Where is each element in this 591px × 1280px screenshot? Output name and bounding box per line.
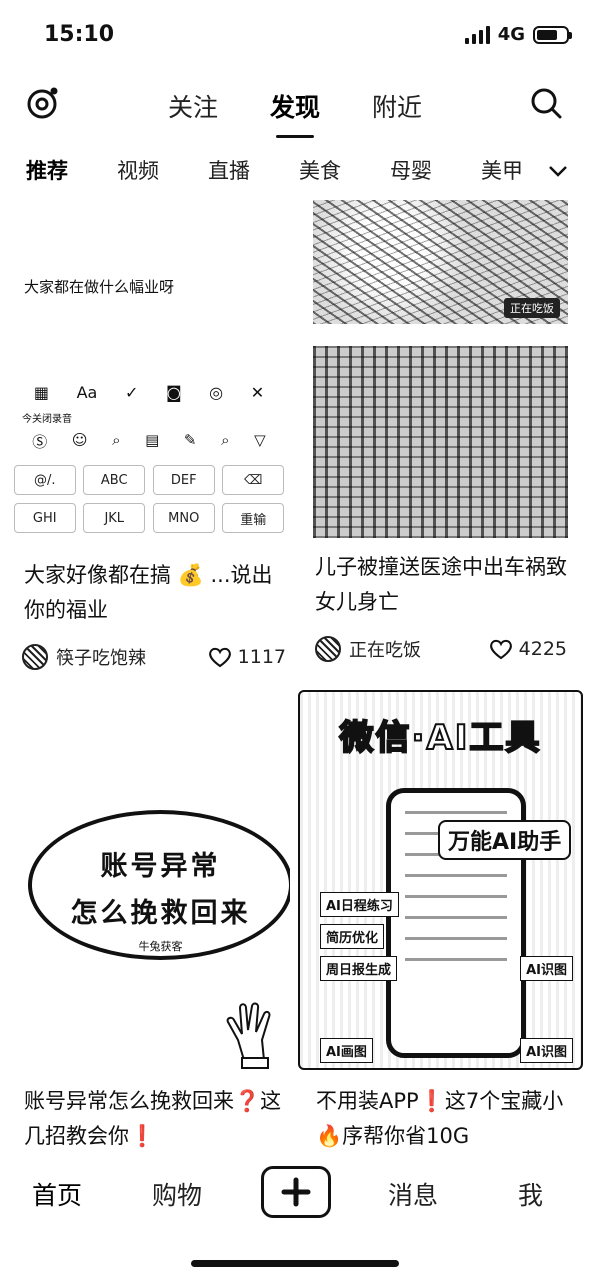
mic-icon: ⌕ — [112, 431, 121, 449]
search-icon[interactable] — [529, 86, 563, 120]
poster-label: AI识图 — [520, 956, 573, 981]
like-button[interactable]: 1117 — [208, 646, 286, 668]
font-icon: Aa — [76, 383, 98, 402]
keyboard-row-2: GHI JKL MNO 重输 — [10, 503, 288, 533]
heart-icon — [489, 639, 512, 660]
card-meta: 正在吃饭 4225 — [303, 636, 573, 662]
category-video[interactable]: 视频 — [117, 155, 208, 185]
key-reinput: 重输 — [222, 503, 285, 533]
check-icon: ✓ — [124, 383, 139, 402]
avatar — [22, 644, 48, 670]
poster-label: AI画图 — [320, 1038, 373, 1063]
key-abc: ABC — [83, 465, 146, 495]
card-image — [313, 346, 568, 538]
card-image: 大家都在做什么幅业呀 ▦ Aa ✓ ◙ ◎ ✕ 今关闭录音 Ⓢ ☺ ⌕ ▤ ✎ — [10, 200, 288, 550]
card-image-top: 正在吃饭 — [313, 200, 568, 324]
heart-icon — [208, 647, 231, 668]
key-def: DEF — [152, 465, 215, 495]
speech-bubble: 账号异常 怎么挽救回来 牛兔获客 — [28, 810, 290, 960]
keyboard-icon-row: Ⓢ ☺ ⌕ ▤ ✎ ⌕ ▽ — [10, 425, 288, 458]
image-caption: 大家都在做什么幅业呀 — [24, 278, 175, 296]
keyboard-hint: 今关闭录音 — [22, 414, 72, 425]
card-title: 大家好像都在搞 💰 ...说出你的福业 — [24, 563, 273, 622]
hand-gesture-icon — [226, 1002, 271, 1069]
top-nav: 关注 发现 附近 — [0, 78, 591, 138]
card-image: 账号异常 怎么挽救回来 牛兔获客 — [10, 700, 290, 1080]
status-bar: 15:10 4G — [0, 0, 591, 72]
image-watermark: 正在吃饭 — [504, 298, 560, 318]
poster-title: 微信·AI工具 — [339, 717, 542, 759]
triangle-down-icon: ▽ — [254, 431, 266, 449]
keyboard-toolbar: ▦ Aa ✓ ◙ ◎ ✕ — [10, 375, 288, 410]
like-count: 4225 — [518, 638, 567, 660]
s-icon: Ⓢ — [32, 433, 48, 451]
key-jkl: JKL — [83, 503, 146, 533]
home-indicator[interactable] — [191, 1260, 399, 1267]
card-image: 微信·AI工具 万能AI助手 AI日程练习 简历优化 周日报生成 AI识图 AI… — [298, 690, 583, 1070]
signal-icon — [464, 25, 490, 44]
feed-card[interactable]: 大家都在做什么幅业呀 ▦ Aa ✓ ◙ ◎ ✕ 今关闭录音 Ⓢ ☺ ⌕ ▤ ✎ — [10, 200, 288, 670]
nav-me[interactable]: 我 — [518, 1176, 543, 1212]
tab-nearby[interactable]: 附近 — [372, 88, 422, 124]
close-icon: ✕ — [250, 383, 265, 402]
card-title: 账号异常怎么挽救回来❓这几招教会你❗ — [24, 1089, 282, 1148]
keyboard-row-1: @/. ABC DEF ⌫ — [10, 465, 288, 495]
nav-shop[interactable]: 购物 — [152, 1176, 202, 1212]
card-author[interactable]: 正在吃饭 — [315, 636, 421, 662]
author-name: 筷子吃饱辣 — [56, 648, 146, 669]
card-title: 不用装APP❗这7个宝藏小🔥序帮你省10G — [316, 1089, 564, 1148]
feed-card[interactable]: 账号异常 怎么挽救回来 牛兔获客 账号异常怎么挽救回来❓这几招教会你❗ — [10, 700, 290, 1154]
avatar — [315, 636, 341, 662]
battery-icon — [533, 25, 572, 44]
pen-icon: ✎ — [183, 431, 197, 449]
key-ghi: GHI — [13, 503, 76, 533]
bubble-sub: 牛兔获客 — [138, 940, 183, 953]
tab-discover[interactable]: 发现 — [270, 88, 320, 138]
key-delete: ⌫ — [222, 465, 285, 495]
bubble-line-1: 账号异常 — [100, 851, 221, 882]
card-meta: 筷子吃饱辣 1117 — [10, 644, 288, 670]
post-button[interactable] — [261, 1166, 331, 1218]
poster-label: 简历优化 — [320, 924, 385, 949]
like-button[interactable]: 4225 — [489, 638, 567, 660]
smile-icon: ☺ — [71, 431, 88, 449]
category-bar: 推荐 视频 直播 美食 母婴 美甲 — [26, 155, 572, 185]
nav-home[interactable]: 首页 — [32, 1176, 82, 1212]
poster: 微信·AI工具 万能AI助手 AI日程练习 简历优化 周日报生成 AI识图 AI… — [298, 690, 583, 1070]
plus-icon — [281, 1177, 311, 1207]
keyboard-screenshot: ▦ Aa ✓ ◙ ◎ ✕ 今关闭录音 Ⓢ ☺ ⌕ ▤ ✎ ⌕ ▽ @/. ABC… — [10, 375, 288, 550]
feed-card[interactable]: 正在吃饭 儿子被撞送医途中出车祸致女儿身亡 正在吃饭 4225 — [303, 200, 573, 662]
card-title: 儿子被撞送医途中出车祸致女儿身亡 — [315, 555, 567, 614]
poster-badge: 万能AI助手 — [438, 820, 572, 860]
poster-label: AI识图 — [520, 1038, 573, 1063]
status-time: 15:10 — [44, 22, 115, 47]
network-label: 4G — [497, 24, 525, 45]
author-name: 正在吃饭 — [349, 640, 421, 661]
photo-texture — [313, 346, 568, 538]
nav-messages[interactable]: 消息 — [388, 1176, 438, 1212]
chevron-down-icon[interactable] — [547, 160, 569, 182]
search-small-icon: ⌕ — [221, 431, 230, 449]
tab-following[interactable]: 关注 — [168, 88, 218, 124]
feed-card[interactable]: 微信·AI工具 万能AI助手 AI日程练习 简历优化 周日报生成 AI识图 AI… — [298, 690, 583, 1154]
feed: 大家都在做什么幅业呀 ▦ Aa ✓ ◙ ◎ ✕ 今关闭录音 Ⓢ ☺ ⌕ ▤ ✎ — [0, 200, 591, 1160]
key-mno: MNO — [152, 503, 215, 533]
like-count: 1117 — [237, 646, 286, 668]
camera-icon: ◙ — [165, 383, 182, 402]
bubble-line-2: 怎么挽救回来 — [70, 898, 251, 929]
card-author[interactable]: 筷子吃饱辣 — [22, 644, 146, 670]
poster-label: 周日报生成 — [320, 956, 398, 981]
compass-icon: ◎ — [209, 383, 224, 402]
keyboard-icon: ▤ — [145, 431, 160, 449]
status-right: 4G — [464, 24, 572, 45]
feed-tabs: 关注 发现 附近 — [168, 88, 422, 138]
table-icon: ▦ — [33, 383, 49, 402]
camera-ring-icon[interactable] — [26, 86, 60, 120]
category-baby[interactable]: 母婴 — [390, 155, 481, 185]
poster-label: AI日程练习 — [320, 892, 399, 917]
category-live[interactable]: 直播 — [208, 155, 299, 185]
key-symbols: @/. — [13, 465, 76, 495]
category-food[interactable]: 美食 — [299, 155, 390, 185]
category-recommend[interactable]: 推荐 — [26, 155, 117, 185]
